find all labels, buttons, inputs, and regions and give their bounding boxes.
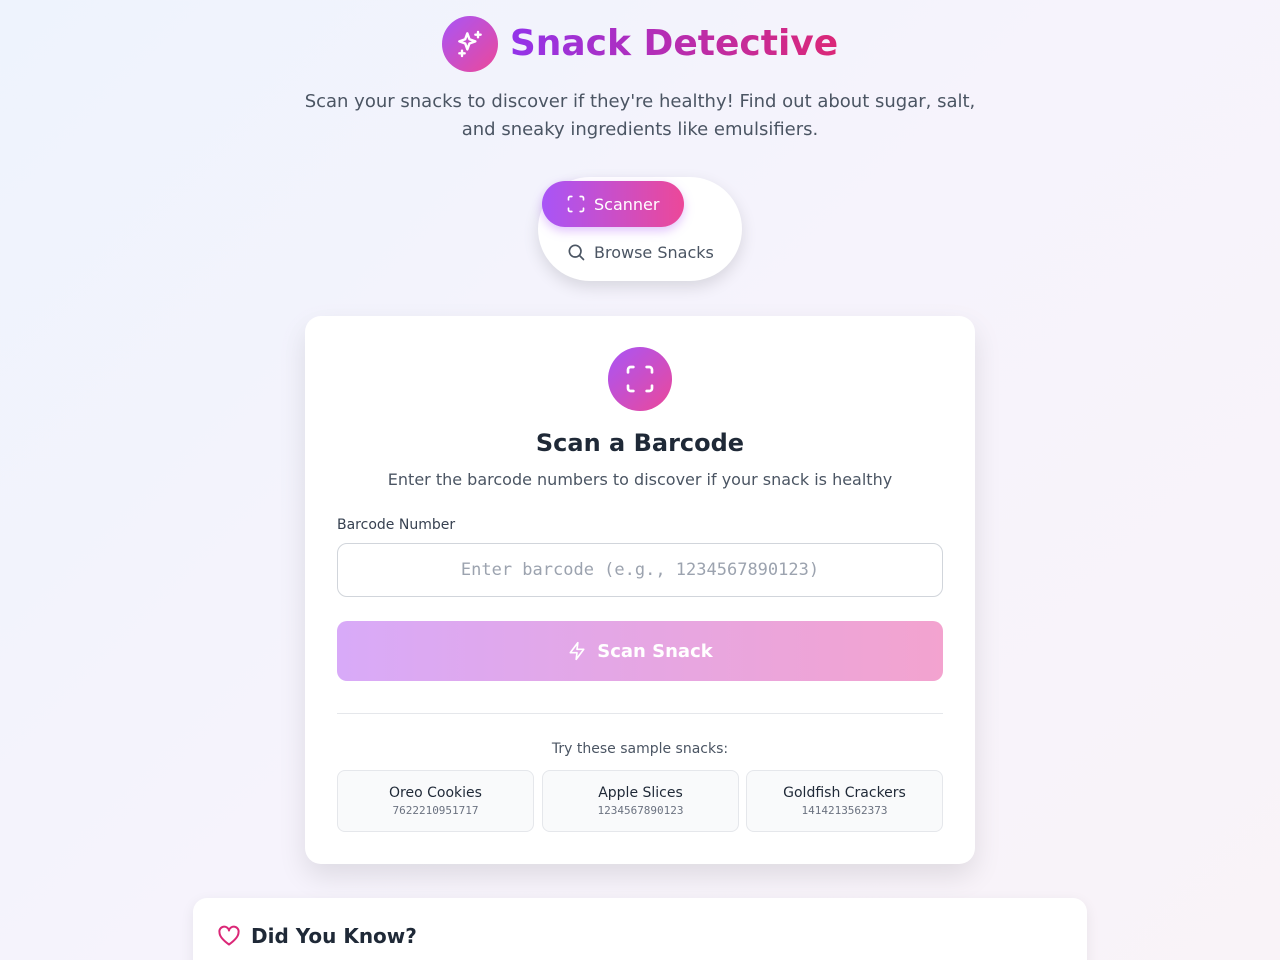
nav-browse-button[interactable]: Browse Snacks <box>542 229 738 275</box>
scanner-description: Enter the barcode numbers to discover if… <box>387 470 893 489</box>
scan-snack-label: Scan Snack <box>597 640 713 662</box>
sample-snack-name: Goldfish Crackers <box>783 785 906 801</box>
barcode-field-label: Barcode Number <box>337 517 456 533</box>
scan-icon <box>567 195 585 213</box>
sample-snack-barcode: 1414213562373 <box>801 804 888 817</box>
samples-label: Try these sample snacks: <box>551 741 729 757</box>
sample-snack-barcode: 7622210951717 <box>392 804 479 817</box>
sample-snack-name: Oreo Cookies <box>389 785 482 801</box>
nav-scanner-label: Scanner <box>594 194 660 214</box>
nav-browse-label: Browse Snacks <box>594 242 714 262</box>
scan-snack-button[interactable]: Scan Snack <box>337 621 943 681</box>
sample-snack-barcode: 1234567890123 <box>597 804 684 817</box>
barcode-input[interactable] <box>337 543 943 597</box>
lightning-icon <box>569 641 585 661</box>
scanner-card-icon <box>608 347 672 411</box>
scan-icon <box>626 365 654 393</box>
nav-scanner-button[interactable]: Scanner <box>542 181 684 227</box>
heart-icon <box>218 925 240 946</box>
search-icon <box>568 244 585 261</box>
did-you-know-title: Did You Know? <box>251 924 417 948</box>
did-you-know-header: Did You Know? <box>217 922 417 950</box>
sample-snack-apple-button[interactable]: Apple Slices 1234567890123 <box>542 770 739 832</box>
app-title: Snack Detective <box>510 16 838 72</box>
sample-snack-name: Apple Slices <box>598 785 683 801</box>
app-header: Snack Detective <box>0 16 1280 72</box>
divider <box>337 713 943 714</box>
scanner-card: Scan a Barcode Enter the barcode numbers… <box>305 316 975 864</box>
did-you-know-card: Did You Know? <box>193 898 1087 960</box>
sample-snack-oreo-button[interactable]: Oreo Cookies 7622210951717 <box>337 770 534 832</box>
scanner-title: Scan a Barcode <box>535 429 745 457</box>
sample-snack-goldfish-button[interactable]: Goldfish Crackers 1414213562373 <box>746 770 943 832</box>
sparkles-icon <box>457 30 482 58</box>
main-nav: Scanner Browse Snacks <box>538 177 742 281</box>
logo <box>441 16 498 72</box>
app-subtitle: Scan your snacks to discover if they're … <box>304 91 976 140</box>
